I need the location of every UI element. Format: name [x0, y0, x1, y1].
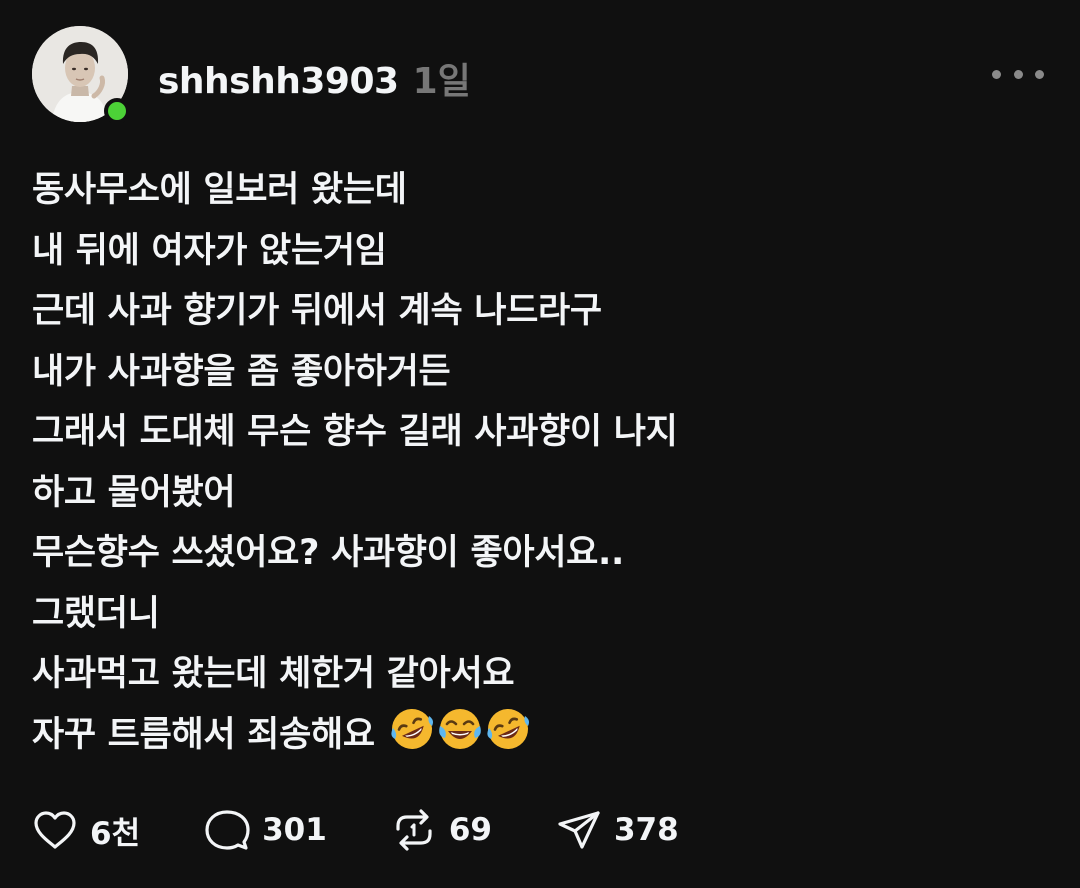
post-line: 그래서 도대체 무슨 향수 길래 사과향이 나지: [32, 412, 678, 452]
post-line: 내가 사과향을 좀 좋아하거든: [32, 351, 451, 392]
post-line: 사과먹고 왔는데 체한거 같아서요: [32, 654, 515, 694]
rolling-on-floor-laughing-icon: [391, 708, 433, 749]
heart-icon: [34, 811, 76, 849]
more-dots-icon: [992, 69, 1001, 79]
post-line: 근데 사과 향기가 뒤에서 계속 나드라구: [32, 291, 602, 331]
more-options-button[interactable]: [992, 58, 1044, 90]
online-status-dot: [104, 98, 130, 124]
post-line: 내 뒤에 여자가 앉는거임: [32, 230, 387, 271]
repost-icon: [396, 809, 432, 851]
post-line: 무슨향수 쓰셨어요? 사과향이 좋아서요..: [32, 533, 625, 573]
post-line: 그랬더니: [32, 593, 160, 634]
like-count: 6천: [90, 815, 141, 852]
repost-count: 69: [448, 812, 492, 848]
username-link[interactable]: shhshh3903: [158, 61, 399, 102]
more-dots-icon-dot: [1035, 69, 1044, 79]
more-dots-icon-dot: [1013, 69, 1023, 79]
post-card: shhshh3903 1일 동사무소에 일보러 왔는데 내 뒤에 여자가 앉는거…: [0, 0, 1080, 888]
face-with-tears-of-joy-icon: [438, 708, 481, 749]
avatar-container[interactable]: [32, 26, 130, 124]
comment-bubble-icon: [205, 810, 250, 850]
post-line: 동사무소에 일보러 왔는데: [32, 170, 407, 210]
share-button[interactable]: 378: [556, 808, 679, 852]
share-count: 378: [613, 812, 679, 848]
action-bar: 6천 301 69 378: [32, 804, 743, 856]
post-line-last: 자꾸 트름해서 죄송해요: [32, 705, 1042, 766]
reply-count: 301: [262, 812, 327, 848]
send-icon: [558, 811, 600, 849]
like-button[interactable]: 6천: [32, 808, 140, 853]
post-timestamp: 1일: [412, 61, 471, 102]
post-header: shhshh3903 1일: [158, 52, 471, 102]
post-body: 동사무소에 일보러 왔는데 내 뒤에 여자가 앉는거임 근데 사과 향기가 뒤에…: [32, 160, 1042, 765]
repost-button[interactable]: 69: [391, 807, 492, 853]
post-line: 하고 물어봤어: [32, 472, 236, 513]
reply-button[interactable]: 301: [204, 808, 327, 852]
rolling-on-floor-laughing-icon: [487, 708, 529, 749]
post-line-text: 자꾸 트름해서 죄송해요: [32, 714, 375, 755]
